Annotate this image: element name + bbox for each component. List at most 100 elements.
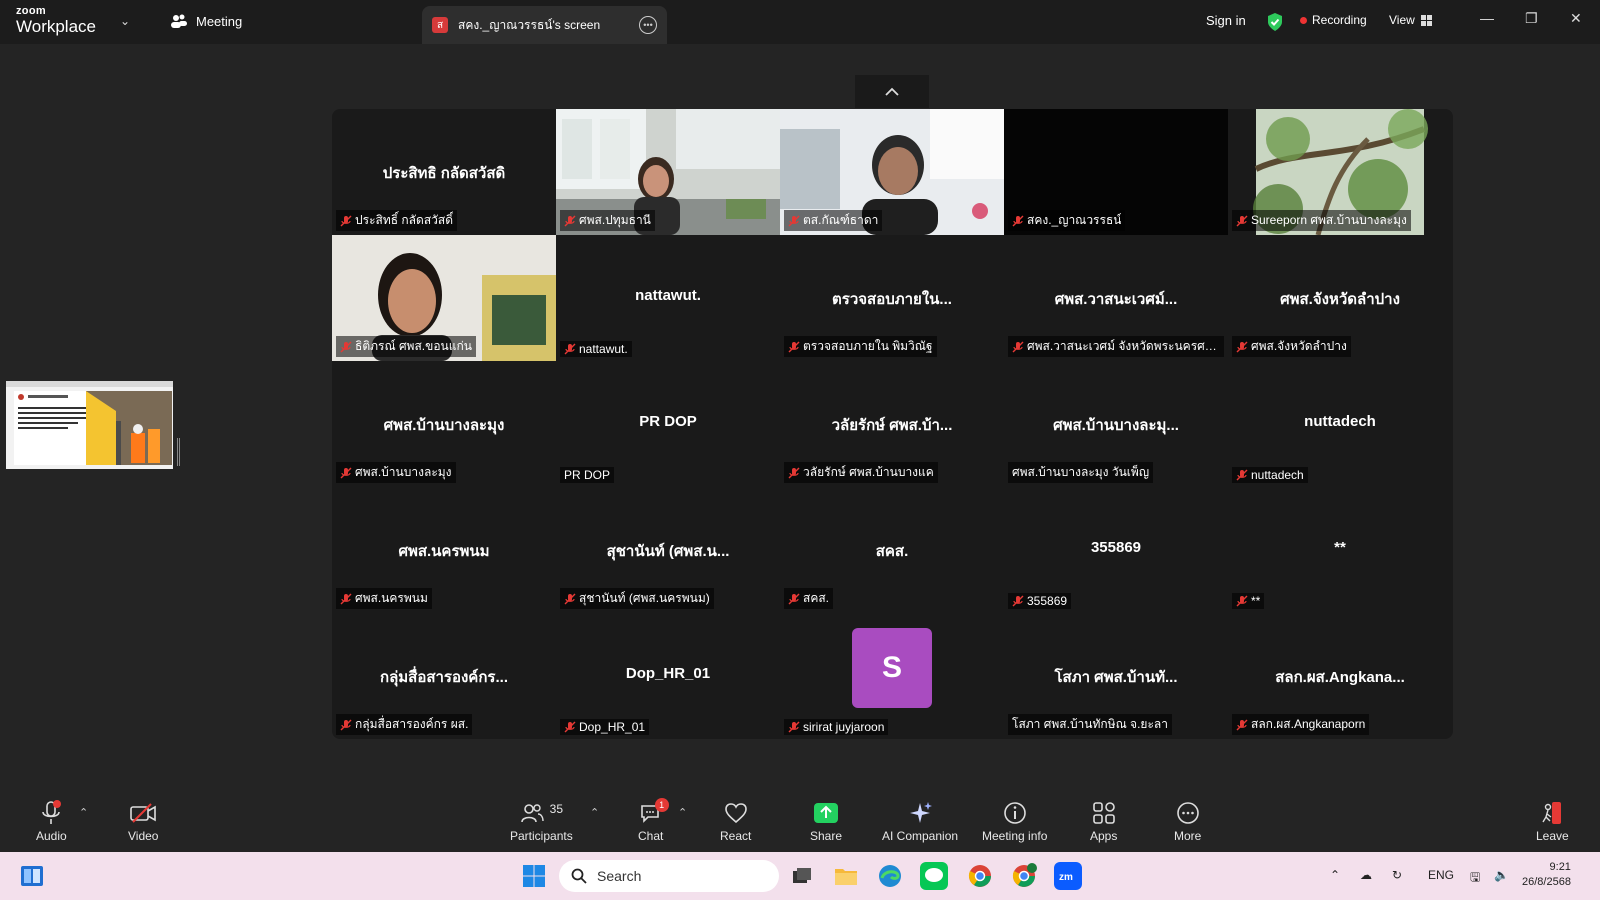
muted-mic-icon [1236,215,1248,226]
zoom-app-icon[interactable]: zm [1054,862,1082,890]
participant-name-text: sirirat juyjaroon [803,720,885,734]
zoom-workplace-logo[interactable]: zoom Workplace [16,6,96,36]
participant-name-text: โสภา ศพส.บ้านทักษิณ จ.ยะลา [1012,717,1168,731]
shared-screen-thumbnail[interactable] [6,381,173,469]
participant-tile[interactable]: ศพส.วาสนะเวศม์... ศพส.วาสนะเวศม์ จังหวัดพ… [1004,235,1228,361]
meeting-info-button[interactable]: Meeting info [982,800,1047,843]
share-button[interactable]: Share [810,800,842,843]
participant-tile[interactable]: สุชานันท์ (ศพส.น... สุชานันท์ (ศพส.นครพนม… [556,487,780,613]
leave-button[interactable]: Leave [1536,800,1569,843]
share-label: Share [810,829,843,843]
participant-display-name: สลก.ผส.Angkana... [1275,669,1405,686]
participant-tile[interactable]: nattawut. nattawut. [556,235,780,361]
edge-browser-icon[interactable] [876,862,904,890]
participant-tile[interactable]: ตรวจสอบภายใน... ตรวจสอบภายใน พิมวิณัฐ [780,235,1004,361]
participant-tile[interactable]: 355869 355869 [1004,487,1228,613]
muted-mic-icon [788,721,800,733]
participant-name-label: PR DOP [560,467,615,483]
more-button[interactable]: More [1174,800,1201,843]
participant-gallery: ประสิทธิ กลัดสวัสดิ ประสิทธิ์ กลัดสวัสดิ์… [332,109,1453,739]
participant-tile[interactable]: วลัยรักษ์ ศพส.บ้า... วลัยรักษ์ ศพส.บ้านบา… [780,361,1004,487]
apps-button[interactable]: Apps [1090,800,1117,843]
participant-name-label: nuttadech [1232,467,1308,483]
participant-tile[interactable]: nuttadech nuttadech [1228,361,1452,487]
participants-options-caret-icon[interactable]: ⌃ [590,806,599,819]
more-options-icon[interactable]: ••• [639,16,657,34]
volume-icon[interactable]: 🔈 [1494,868,1509,882]
network-icon[interactable]: 🖫 [1470,868,1480,889]
participant-display-name: ศพส.บ้านบางละมุ... [1053,417,1179,434]
apps-label: Apps [1090,829,1118,843]
encryption-shield-icon[interactable] [1266,12,1284,32]
task-view-icon[interactable] [788,862,816,890]
participant-tile[interactable]: ธิติภรณ์ ศพส.ขอนแก่น [332,235,556,361]
collapse-gallery-button[interactable] [855,75,929,108]
chevron-down-icon[interactable]: ⌄ [120,14,130,28]
sign-in-button[interactable]: Sign in [1206,13,1246,28]
chrome-icon[interactable] [966,862,994,890]
participant-tile[interactable]: ประสิทธิ กลัดสวัสดิ ประสิทธิ์ กลัดสวัสดิ์ [332,109,556,235]
participant-display-name: ศพส.วาสนะเวศม์... [1054,291,1178,308]
close-icon[interactable]: ✕ [1570,10,1582,27]
chat-button[interactable]: 1 Chat [638,798,669,843]
tab-meeting[interactable]: Meeting [170,13,242,29]
audio-options-caret-icon[interactable]: ⌃ [79,806,88,819]
svg-text:zm: zm [1059,872,1073,883]
participant-tile[interactable]: ศพส.บ้านบางละมุ... ศพส.บ้านบางละมุง วันเพ… [1004,361,1228,487]
participant-tile[interactable]: ศพส.ปทุมธานี [556,109,780,235]
participant-display-name: nattawut. [635,287,701,304]
participant-tile[interactable]: สคง._ญาณวรรธน์ [1004,109,1228,235]
participant-tile[interactable]: ศพส.บ้านบางละมุง ศพส.บ้านบางละมุง [332,361,556,487]
participant-tile[interactable]: Dop_HR_01 Dop_HR_01 [556,613,780,739]
meeting-people-icon [171,14,187,28]
tab-shared-screen[interactable]: ส สคง._ญาณวรรธน์'s screen ••• [422,6,667,44]
restore-icon[interactable]: ❐ [1525,10,1538,27]
video-off-icon [130,803,157,823]
onedrive-icon[interactable]: ☁ [1360,868,1372,882]
participant-name-text: ตรวจสอบภายใน พิมวิณัฐ [803,339,933,353]
react-button[interactable]: React [720,800,751,843]
taskbar-search-box[interactable]: Search [559,860,779,892]
thumbnail-drag-handle[interactable] [177,438,180,466]
sync-icon[interactable]: ↻ [1392,868,1402,882]
participant-tile[interactable]: สลก.ผส.Angkana... สลก.ผส.Angkanaporn [1228,613,1452,739]
participant-name-text: ** [1251,594,1261,608]
audio-button[interactable]: Audio [36,800,67,843]
language-indicator[interactable]: ENG [1428,868,1454,882]
file-explorer-icon[interactable] [832,862,860,890]
taskbar-clock[interactable]: 9:21 26/8/2568 [1522,860,1571,890]
participant-tile[interactable]: Sureeporn ศพส.บ้านบางละมุง [1228,109,1452,235]
participant-tile[interactable]: กลุ่มสื่อสารองค์กร... กลุ่มสื่อสารองค์กร … [332,613,556,739]
ai-companion-label: AI Companion [882,829,959,843]
chat-options-caret-icon[interactable]: ⌃ [678,806,687,819]
participant-name-text: สลก.ผส.Angkanaporn [1251,717,1366,731]
participant-tile[interactable]: ** ** [1228,487,1452,613]
participant-name-label: ศพส.จังหวัดลำปาง [1232,336,1351,357]
participant-tile[interactable]: Ssirirat juyjaroon [780,613,1004,739]
view-button[interactable]: View [1389,13,1432,27]
participant-name-label: ศพส.บ้านบางละมุง วันเพ็ญ [1008,462,1154,483]
windows-start-icon[interactable] [522,864,546,888]
participant-tile[interactable]: PR DOP PR DOP [556,361,780,487]
participant-tile[interactable]: ตส.กัณฑ์ธาดา [780,109,1004,235]
participant-name-text: ศพส.วาสนะเวศม์ จังหวัดพระนครศรีอยุ... [1027,339,1220,353]
participants-button[interactable]: 35 Participants [510,800,573,843]
sparkle-icon [910,802,933,823]
tray-overflow-icon[interactable]: ⌃ [1330,868,1340,882]
recording-indicator[interactable]: Recording [1300,13,1367,27]
participant-tile[interactable]: โสภา ศพส.บ้านทั... โสภา ศพส.บ้านทักษิณ จ.… [1004,613,1228,739]
logo-line2: Workplace [16,17,96,36]
minimize-icon[interactable]: — [1480,10,1494,26]
participant-tile[interactable]: ศพส.นครพนม ศพส.นครพนม [332,487,556,613]
participant-tile[interactable]: ศพส.จังหวัดลำปาง ศพส.จังหวัดลำปาง [1228,235,1452,361]
participant-name-label: 355869 [1008,593,1072,609]
participant-tile[interactable]: สคส. สคส. [780,487,1004,613]
muted-mic-icon [340,341,352,352]
chrome-profile-icon[interactable] [1010,862,1038,890]
ai-companion-button[interactable]: AI Companion [882,800,958,843]
line-app-icon[interactable] [920,862,948,890]
participant-display-name: โสภา ศพส.บ้านทั... [1054,669,1178,686]
participant-display-name: nuttadech [1304,413,1376,430]
widgets-icon[interactable] [20,864,44,888]
video-button[interactable]: Video [128,800,158,843]
